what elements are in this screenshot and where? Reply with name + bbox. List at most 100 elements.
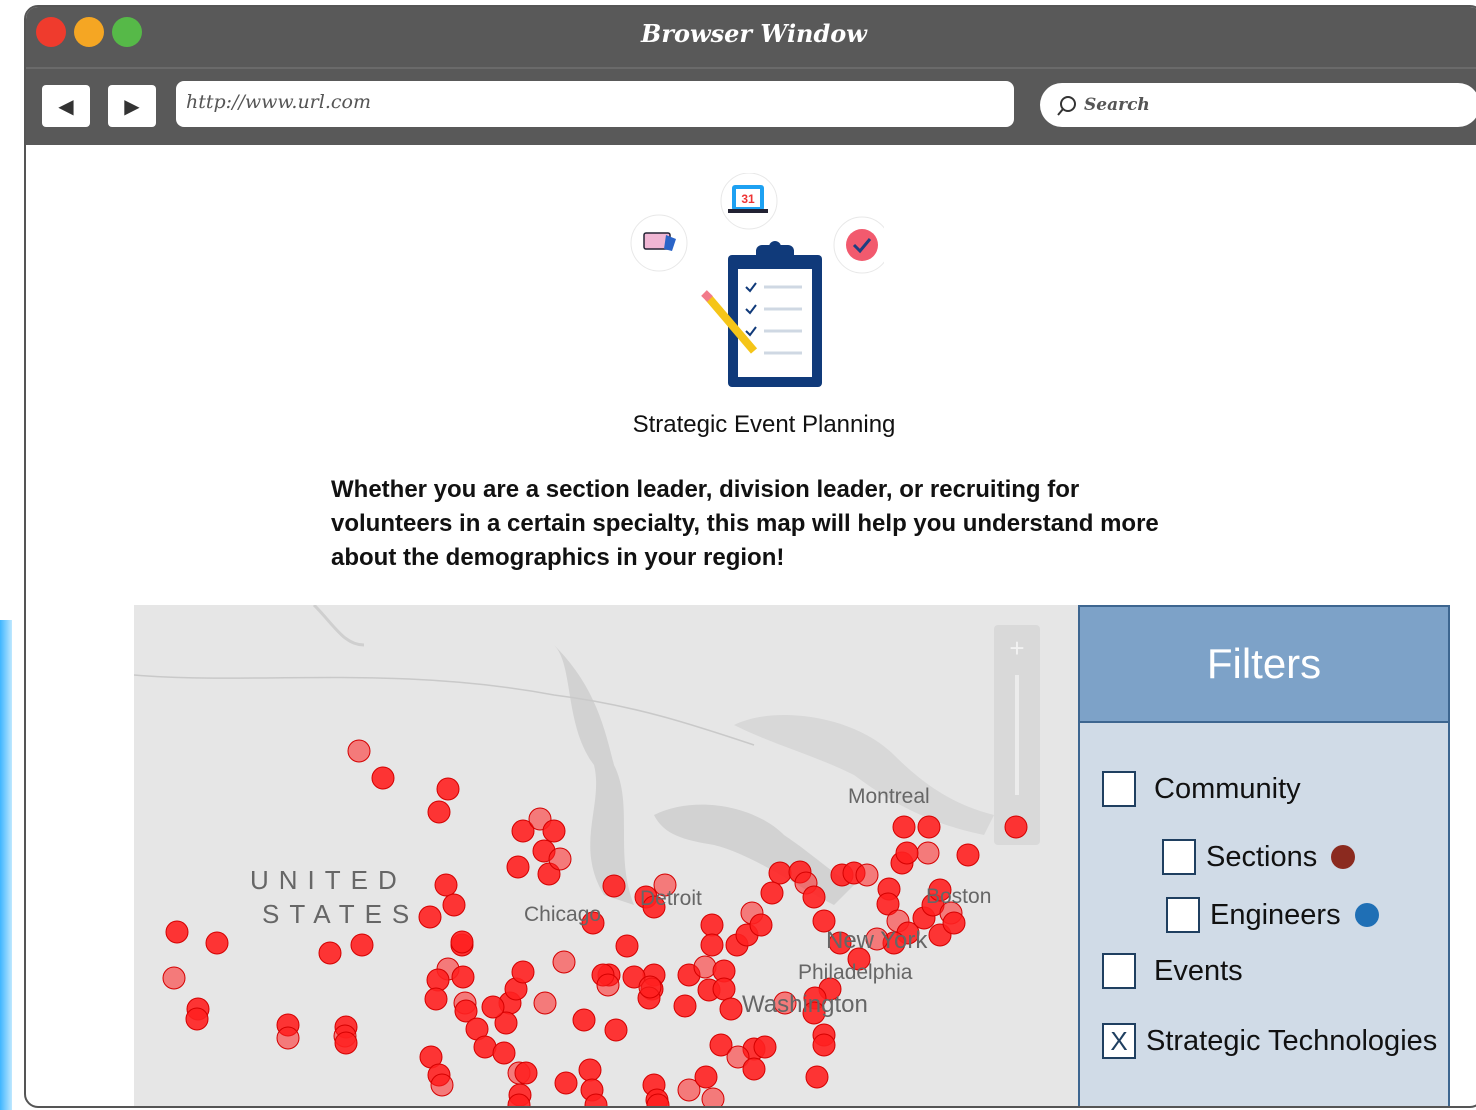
filters-title: Filters <box>1080 607 1448 723</box>
map-marker[interactable] <box>812 1033 836 1057</box>
map-marker[interactable] <box>451 965 475 989</box>
search-box[interactable]: Search <box>1040 83 1476 127</box>
page-title: Strategic Event Planning <box>632 411 896 438</box>
map-marker[interactable] <box>942 911 966 935</box>
map-marker[interactable] <box>719 997 743 1021</box>
filter-label: Events <box>1154 954 1243 987</box>
map-marker[interactable] <box>673 994 697 1018</box>
map-marker[interactable] <box>418 905 442 929</box>
map-marker[interactable] <box>436 777 460 801</box>
map-marker[interactable] <box>700 933 724 957</box>
map-marker[interactable] <box>162 966 186 990</box>
map-marker[interactable] <box>700 913 724 937</box>
checkbox-strategic-technologies[interactable]: X <box>1102 1023 1136 1059</box>
map-marker[interactable] <box>371 766 395 790</box>
left-edge-glow <box>0 620 12 1110</box>
map-marker[interactable] <box>694 1065 718 1089</box>
map-marker[interactable] <box>753 1035 777 1059</box>
title-bar: Browser Window <box>26 7 1476 67</box>
forward-button[interactable]: ▶ <box>108 85 156 127</box>
map-marker[interactable] <box>481 995 505 1019</box>
map-marker[interactable] <box>572 1008 596 1032</box>
map-marker[interactable] <box>604 1018 628 1042</box>
filter-engineers[interactable]: Engineers <box>1166 897 1379 933</box>
label-country-line2: STATES <box>262 899 419 929</box>
map-marker[interactable] <box>427 800 451 824</box>
map-marker[interactable] <box>956 843 980 867</box>
map-marker[interactable] <box>492 1041 516 1065</box>
map-marker[interactable] <box>554 1071 578 1095</box>
map-marker[interactable] <box>742 1057 766 1081</box>
window-title: Browser Window <box>641 19 867 48</box>
map-marker[interactable] <box>533 991 557 1015</box>
checkbox-mark: X <box>1110 1025 1128 1056</box>
map-marker[interactable] <box>506 855 530 879</box>
label-country-line1: UNITED <box>250 865 407 895</box>
planning-illustration: 31 <box>630 173 884 387</box>
map-marker[interactable] <box>511 960 535 984</box>
map-marker[interactable] <box>760 881 784 905</box>
filter-sections[interactable]: Sections <box>1162 839 1356 875</box>
map-marker[interactable] <box>1004 815 1028 839</box>
map-marker[interactable] <box>334 1031 358 1055</box>
map-marker[interactable] <box>318 941 342 965</box>
map-marker[interactable] <box>205 931 229 955</box>
map-marker[interactable] <box>276 1026 300 1050</box>
address-bar[interactable]: http://www.url.com <box>176 81 1014 127</box>
engineers-color-dot <box>1354 903 1379 927</box>
label-montreal: Montreal <box>848 785 930 808</box>
search-icon <box>1057 96 1076 116</box>
filter-events[interactable]: Events <box>1102 953 1243 989</box>
map-marker[interactable] <box>430 1073 454 1097</box>
label-chicago: Chicago <box>524 903 601 926</box>
back-arrow-icon: ◀ <box>58 94 74 118</box>
map-marker[interactable] <box>347 739 371 763</box>
map-marker[interactable] <box>548 847 572 871</box>
filter-strategic-technologies[interactable]: X Strategic Technologies <box>1102 1023 1437 1059</box>
checkbox-engineers[interactable] <box>1166 897 1200 933</box>
map-marker[interactable] <box>895 841 919 865</box>
clipboard-icon <box>728 241 822 387</box>
calendar-day: 31 <box>741 192 755 206</box>
filters-panel: Filters Community Sections Engineers Eve… <box>1078 605 1450 1106</box>
map-marker[interactable] <box>424 987 448 1011</box>
map-marker[interactable] <box>578 1058 602 1082</box>
map-marker[interactable] <box>917 815 941 839</box>
map-marker[interactable] <box>855 863 879 887</box>
map-marker[interactable] <box>805 1065 829 1089</box>
map-marker[interactable] <box>615 934 639 958</box>
map-marker[interactable] <box>602 874 626 898</box>
checkbox-community[interactable] <box>1102 771 1136 807</box>
map-marker[interactable] <box>542 819 566 843</box>
filter-community[interactable]: Community <box>1102 771 1301 807</box>
back-button[interactable]: ◀ <box>42 85 90 127</box>
map-marker[interactable] <box>638 975 662 999</box>
map-marker[interactable] <box>749 913 773 937</box>
checkbox-events[interactable] <box>1102 953 1136 989</box>
map-marker[interactable] <box>165 920 189 944</box>
sections-color-dot <box>1331 845 1356 869</box>
label-new-york: New York <box>826 927 928 954</box>
filter-label: Sections <box>1206 840 1318 873</box>
region-map[interactable]: + Montreal Boston Chicago Detroit New Yo… <box>134 605 1079 1108</box>
map-marker[interactable] <box>442 893 466 917</box>
map-marker[interactable] <box>693 955 717 979</box>
map-marker[interactable] <box>596 973 620 997</box>
map-marker[interactable] <box>701 1087 725 1108</box>
checkbox-sections[interactable] <box>1162 839 1196 875</box>
map-marker[interactable] <box>712 977 736 1001</box>
map-marker[interactable] <box>768 861 792 885</box>
browser-toolbar: ◀ ▶ http://www.url.com Search <box>26 67 1476 145</box>
map-marker[interactable] <box>450 930 474 954</box>
map-marker[interactable] <box>916 841 940 865</box>
map-marker[interactable] <box>802 885 826 909</box>
map-marker[interactable] <box>350 933 374 957</box>
label-detroit: Detroit <box>640 887 702 910</box>
map-marker[interactable] <box>185 1007 209 1031</box>
search-placeholder: Search <box>1084 95 1150 115</box>
map-marker[interactable] <box>552 950 576 974</box>
page-content: 31 Strategic Event Planning Whether you … <box>26 143 1476 1108</box>
map-marker[interactable] <box>514 1061 538 1085</box>
map-marker[interactable] <box>434 873 458 897</box>
map-marker[interactable] <box>892 815 916 839</box>
